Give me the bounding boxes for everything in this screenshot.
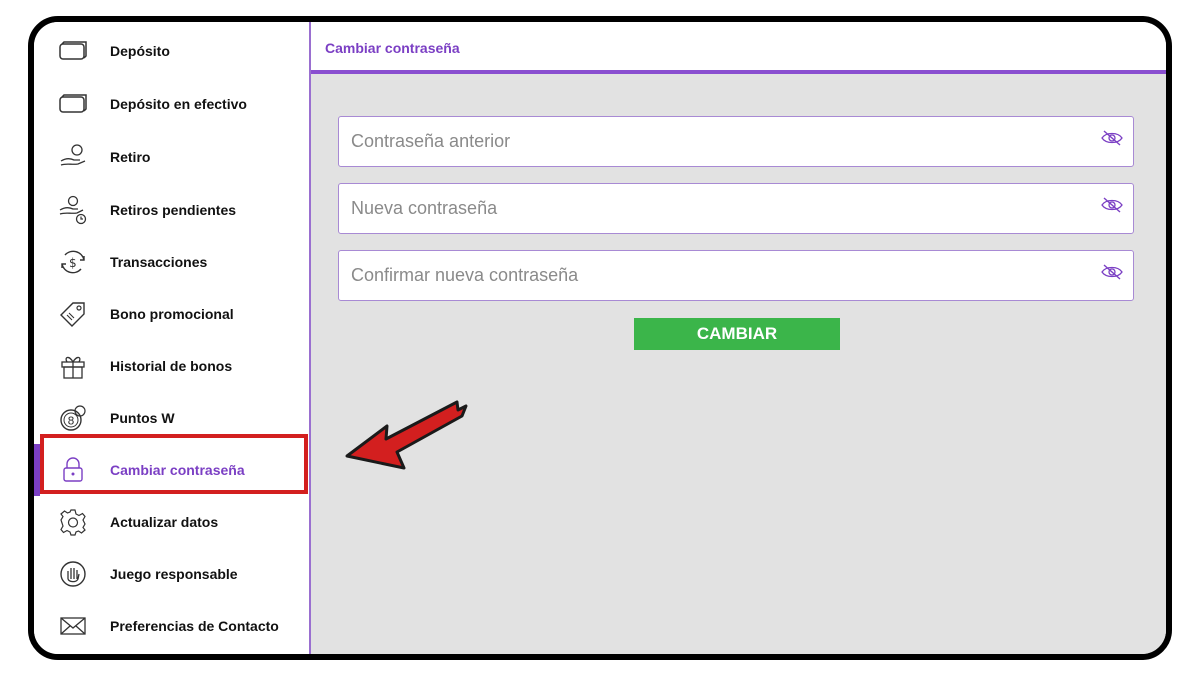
svg-text:$: $ [69, 256, 77, 270]
old-password-input[interactable] [339, 117, 1079, 166]
sidebar-item-label: Depósito en efectivo [110, 96, 247, 112]
gift-icon [58, 351, 88, 381]
sidebar-item-preferencias-contacto[interactable]: Preferencias de Contacto [34, 600, 309, 652]
sidebar-item-label: Depósito [110, 43, 170, 59]
sidebar-item-label: Actualizar datos [110, 514, 219, 530]
sidebar-item-transacciones[interactable]: $ Transacciones [34, 236, 309, 288]
card-icon [58, 89, 88, 119]
tag-icon [58, 299, 88, 329]
gear-icon [58, 507, 88, 537]
sidebar-item-label: Historial de bonos [110, 358, 233, 374]
sidebar-item-label: Retiros pendientes [110, 202, 237, 218]
sidebar-item-deposito[interactable]: Depósito [34, 25, 309, 77]
sidebar-item-label: Transacciones [110, 254, 208, 270]
card-icon [58, 36, 88, 66]
sidebar-item-label: Bono promocional [110, 306, 234, 322]
confirm-password-input[interactable] [339, 251, 1079, 300]
annotation-arrow-icon [345, 400, 468, 470]
new-password-field [338, 183, 1134, 234]
eye-slash-icon[interactable] [1101, 263, 1123, 281]
change-password-button[interactable]: CAMBIAR [634, 318, 840, 350]
envelope-icon [58, 611, 88, 641]
page-title: Cambiar contraseña [325, 40, 460, 56]
old-password-field [338, 116, 1134, 167]
sidebar-item-label: Puntos W [110, 410, 175, 426]
coin-8-icon: 8 [58, 403, 88, 433]
sidebar-item-juego-responsable[interactable]: Juego responsable [34, 548, 309, 600]
new-password-input[interactable] [339, 184, 1079, 233]
dollar-cycle-icon: $ [58, 247, 88, 277]
sidebar-item-label: Retiro [110, 149, 151, 165]
sidebar-item-bono-promocional[interactable]: Bono promocional [34, 288, 309, 340]
hand-stop-icon [58, 559, 88, 589]
svg-text:8: 8 [68, 415, 75, 428]
hand-coin-clock-icon [58, 195, 88, 225]
sidebar-item-historial-bonos[interactable]: Historial de bonos [34, 340, 309, 392]
hand-coin-icon [58, 142, 88, 172]
sidebar-item-deposito-efectivo[interactable]: Depósito en efectivo [34, 78, 309, 130]
sidebar-item-label: Juego responsable [110, 566, 238, 582]
confirm-password-field [338, 250, 1134, 301]
eye-slash-icon[interactable] [1101, 196, 1123, 214]
content-header: Cambiar contraseña [311, 22, 1166, 74]
sidebar: Depósito Depósito en efectivo Retiro Ret… [34, 22, 311, 654]
highlight-box [40, 434, 308, 494]
sidebar-item-label: Preferencias de Contacto [110, 618, 279, 634]
sidebar-item-retiros-pendientes[interactable]: Retiros pendientes [34, 184, 309, 236]
eye-slash-icon[interactable] [1101, 129, 1123, 147]
main-content: Cambiar contraseña CAMBIAR [311, 22, 1166, 654]
app-frame: Depósito Depósito en efectivo Retiro Ret… [28, 16, 1172, 660]
sidebar-item-actualizar-datos[interactable]: Actualizar datos [34, 496, 309, 548]
sidebar-item-retiro[interactable]: Retiro [34, 131, 309, 183]
